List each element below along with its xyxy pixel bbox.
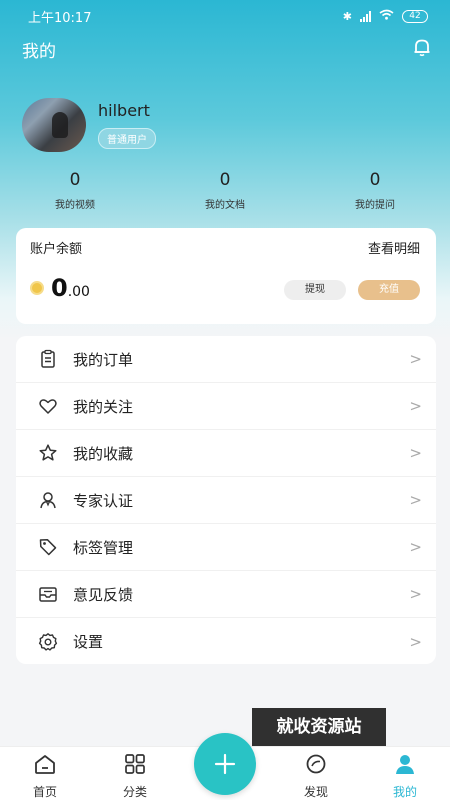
balance-amount-decimal: .00 (67, 284, 90, 300)
add-button[interactable] (194, 733, 256, 795)
home-icon (33, 755, 57, 779)
page-title: 我的 (22, 41, 56, 62)
profile-info: hilbert 普通用户 (98, 101, 156, 149)
heart-icon (37, 395, 59, 417)
tag-icon (37, 536, 59, 558)
menu-item-settings[interactable]: 设置 > (16, 618, 436, 664)
chevron-right-icon: > (409, 538, 422, 556)
tab-category-label: 分类 (122, 785, 147, 799)
menu-item-favorites[interactable]: 我的收藏 > (16, 430, 436, 477)
bell-icon[interactable] (412, 37, 432, 61)
signal-icon (360, 10, 371, 22)
stat-videos-count: 0 (69, 170, 81, 190)
chevron-right-icon: > (409, 632, 422, 651)
menu-label: 我的订单 (73, 350, 134, 369)
chevron-right-icon: > (409, 397, 422, 415)
plus-icon (214, 745, 236, 783)
status-icons: ✱ 42 (343, 9, 428, 23)
menu-item-feedback[interactable]: 意见反馈 > (16, 571, 436, 618)
status-time: 上午10:17 (28, 10, 92, 26)
balance-header: 账户余额 查看明细 (30, 238, 420, 257)
balance-card: 账户余额 查看明细 0 .00 提现 充值 (16, 228, 436, 324)
user-level-badge: 普通用户 (98, 128, 156, 149)
order-icon (37, 348, 59, 370)
tab-profile[interactable]: 我的 (375, 753, 435, 800)
stats-row: 0 我的视频 0 我的文档 0 我的提问 (0, 170, 450, 214)
category-icon (124, 754, 146, 779)
menu-label: 设置 (73, 633, 104, 651)
recharge-button[interactable]: 充值 (358, 280, 420, 300)
status-bar: 上午10:17 ✱ 42 (0, 0, 450, 32)
watermark: 就收资源站 (252, 708, 386, 746)
tab-discover-label: 发现 (303, 785, 328, 799)
stat-videos[interactable]: 0 我的视频 (25, 170, 125, 211)
withdraw-button[interactable]: 提现 (284, 280, 346, 300)
coin-icon (30, 281, 44, 295)
avatar[interactable] (22, 98, 86, 152)
stat-documents-count: 0 (219, 170, 231, 190)
menu-item-expert-verification[interactable]: 专家认证 > (16, 477, 436, 524)
battery-icon: 42 (402, 9, 428, 23)
stat-documents[interactable]: 0 我的文档 (175, 170, 275, 211)
chevron-right-icon: > (409, 350, 422, 368)
view-details-link[interactable]: 查看明细 (368, 238, 420, 257)
stat-questions-label: 我的提问 (355, 200, 395, 211)
tab-home-label: 首页 (32, 785, 57, 799)
menu-item-following[interactable]: 我的关注 > (16, 383, 436, 430)
menu-label: 标签管理 (73, 538, 134, 557)
balance-title: 账户余额 (30, 242, 83, 257)
expert-icon (37, 489, 59, 511)
menu-label: 专家认证 (73, 491, 134, 510)
tab-category[interactable]: 分类 (105, 753, 165, 800)
chevron-right-icon: > (409, 444, 422, 462)
tab-home[interactable]: 首页 (15, 753, 75, 800)
discover-icon (305, 754, 327, 779)
chevron-right-icon: > (409, 585, 422, 603)
user-profile[interactable]: hilbert 普通用户 (22, 98, 156, 152)
menu-label: 意见反馈 (73, 585, 134, 604)
tab-discover[interactable]: 发现 (286, 753, 346, 800)
menu-item-tag-management[interactable]: 标签管理 > (16, 524, 436, 571)
menu-label: 我的关注 (73, 397, 134, 416)
stat-questions-count: 0 (369, 170, 381, 190)
username: hilbert (98, 101, 150, 120)
feedback-icon (37, 583, 59, 605)
balance-amount: 0 .00 (30, 274, 90, 302)
page-header: 我的 (22, 36, 432, 62)
bluetooth-icon: ✱ (342, 9, 352, 23)
tab-profile-label: 我的 (392, 785, 417, 799)
stat-questions[interactable]: 0 我的提问 (325, 170, 425, 211)
menu-item-orders[interactable]: 我的订单 > (16, 336, 436, 383)
menu-label: 我的收藏 (73, 444, 134, 463)
stat-videos-label: 我的视频 (55, 200, 95, 211)
star-icon (37, 442, 59, 464)
chevron-right-icon: > (409, 491, 422, 509)
stat-documents-label: 我的文档 (205, 200, 245, 211)
wifi-icon (379, 9, 394, 23)
gear-icon (37, 631, 59, 653)
profile-icon (394, 755, 416, 779)
settings-menu: 我的订单 > 我的关注 > 我的收藏 > 专家认证 > 标签管理 > 意见反馈 … (16, 336, 436, 664)
balance-amount-integer: 0 (51, 274, 68, 302)
